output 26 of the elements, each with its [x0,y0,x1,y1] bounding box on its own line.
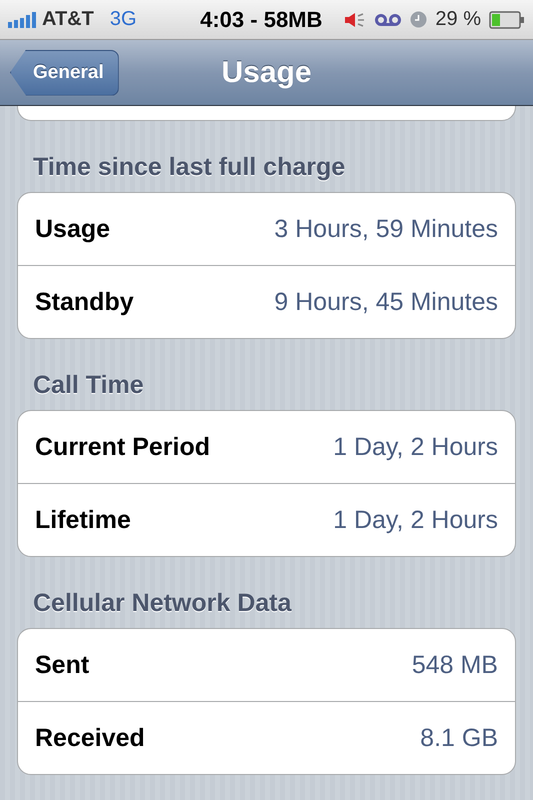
row-value: 1 Day, 2 Hours [333,506,498,534]
row-value: 3 Hours, 59 Minutes [274,214,498,244]
row-label: Standby [35,288,134,316]
row-value: 8.1 GB [420,724,498,752]
clock-icon [410,11,428,28]
carrier-name: AT&T [42,8,94,31]
row-label: Received [35,724,145,752]
network-type: 3G [110,8,138,31]
signal-icon [8,12,38,28]
section-header: Call Time [33,370,144,400]
row-label: Lifetime [35,506,131,534]
back-button[interactable]: General [10,50,119,96]
battery-percent: 29 % [435,8,481,31]
row-value: 548 MB [412,650,498,680]
row-value: 9 Hours, 45 Minutes [274,288,498,316]
status-time: 4:03 - 58MB [200,6,322,32]
row-value: 1 Day, 2 Hours [333,432,498,462]
page-title: Usage [221,54,312,90]
row-label: Sent [35,650,90,680]
speaker-muted-icon [344,12,366,28]
row-label: Usage [35,214,110,244]
row-label: Current Period [35,432,210,462]
voicemail-icon [374,12,402,26]
battery-icon [489,10,525,28]
section-header: Cellular Network Data [33,588,292,618]
section-header: Time since last full charge [33,152,346,182]
